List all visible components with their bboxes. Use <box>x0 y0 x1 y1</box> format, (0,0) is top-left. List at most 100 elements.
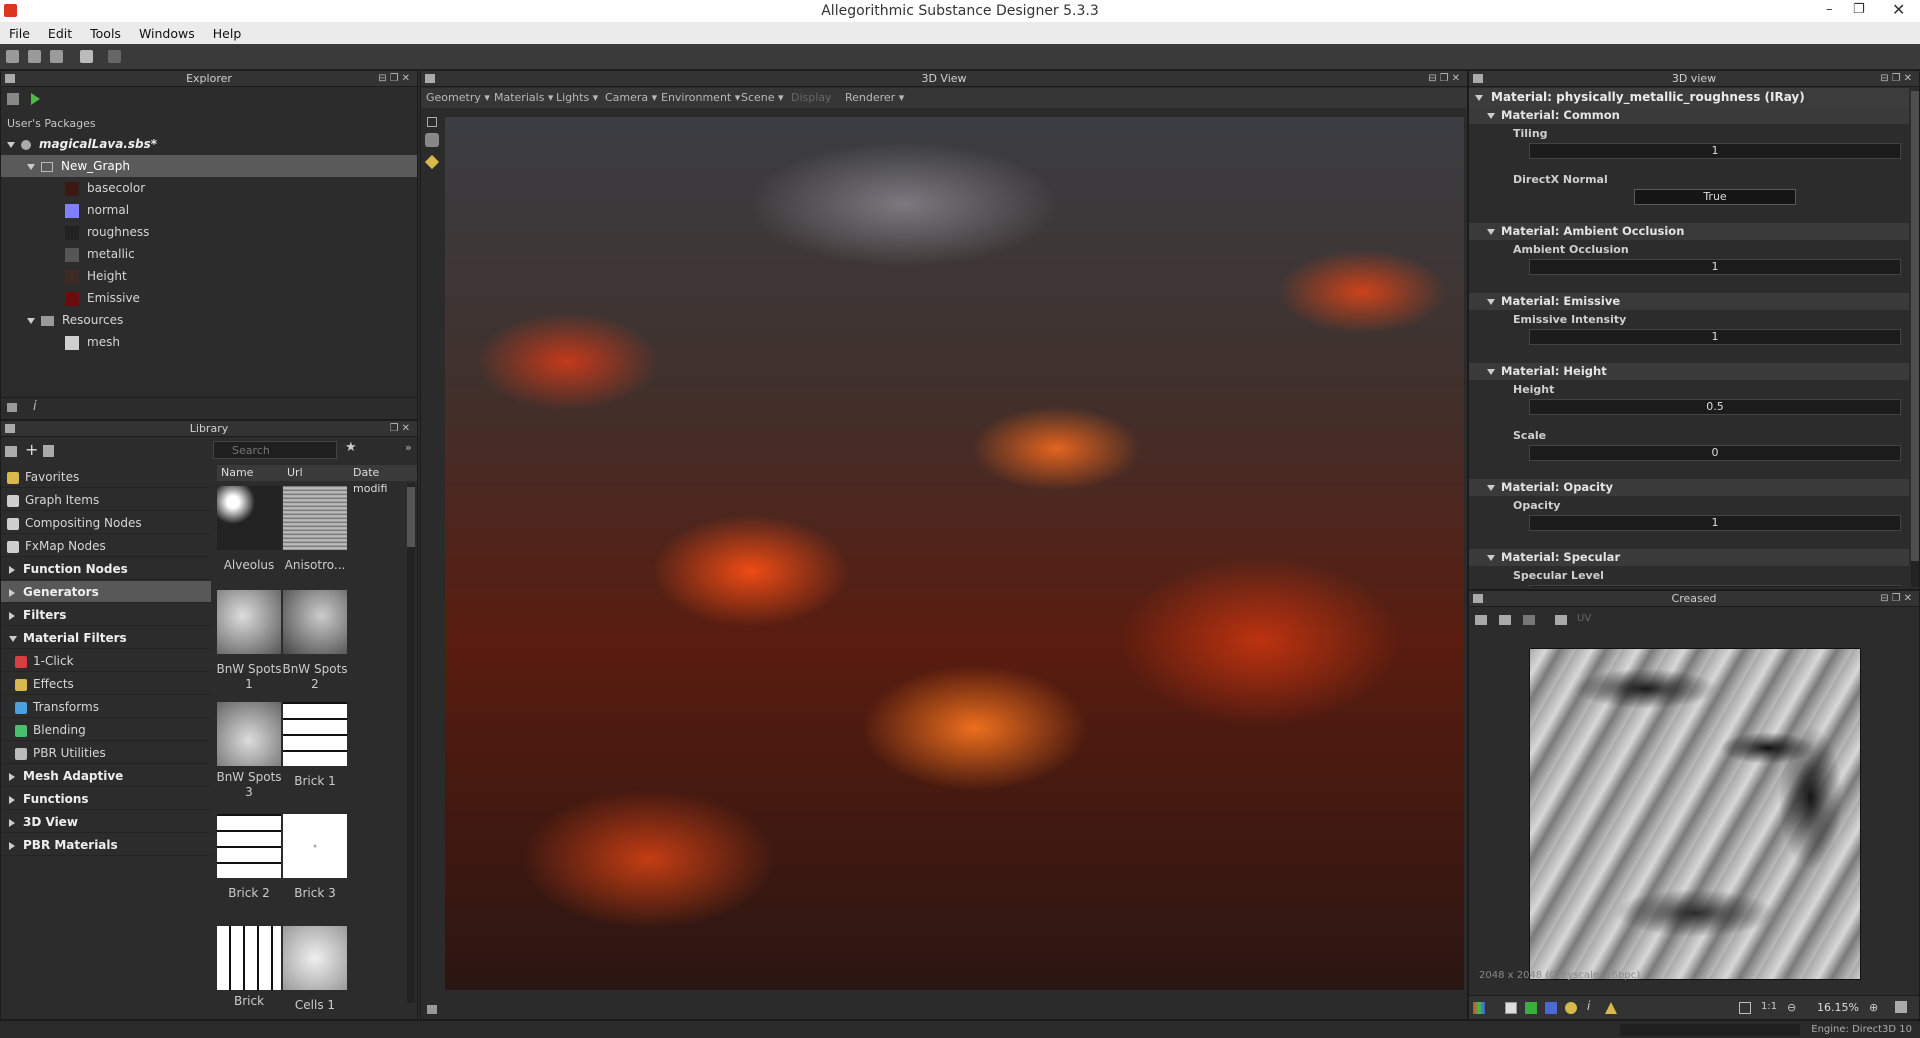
info-icon[interactable]: i <box>33 399 37 414</box>
column-name[interactable]: Name <box>221 465 253 481</box>
expand-arrow-icon[interactable] <box>9 565 15 574</box>
view3d-footer-icon[interactable] <box>427 1005 437 1014</box>
menu-help[interactable]: Help <box>204 26 251 41</box>
collapse-arrow-icon[interactable] <box>1487 485 1495 491</box>
view2d-menu-icon[interactable] <box>1895 1001 1907 1013</box>
library-category-item[interactable]: 3D View <box>1 811 211 833</box>
camera-menu[interactable]: Camera ▾ <box>605 88 657 108</box>
view2d-uv-icon[interactable] <box>1555 615 1567 625</box>
library-category-item[interactable]: Function Nodes <box>1 558 211 580</box>
parameter-slider[interactable]: 0.5 <box>1529 399 1901 415</box>
collapse-arrow-icon[interactable] <box>1487 369 1495 375</box>
undo-icon[interactable] <box>80 50 93 63</box>
output-row[interactable]: basecolor <box>1 177 417 199</box>
add-icon[interactable]: + <box>25 440 38 459</box>
collapse-arrow-icon[interactable] <box>1487 299 1495 305</box>
save-all-icon[interactable] <box>50 50 63 63</box>
parameter-slider[interactable]: 0 <box>1529 445 1901 461</box>
resource-row[interactable]: mesh <box>1 331 417 353</box>
panel-controls[interactable]: ⊟❐✕ <box>378 71 413 86</box>
scrollbar-thumb[interactable] <box>407 487 415 547</box>
library-thumbnail[interactable] <box>217 590 281 654</box>
library-category-item[interactable]: Functions <box>1 788 211 810</box>
lights-menu[interactable]: Lights ▾ <box>556 88 598 108</box>
material-section-header[interactable]: Material: Common <box>1469 107 1909 124</box>
graph-row[interactable]: New_Graph <box>1 155 417 177</box>
ratio-label[interactable]: 1:1 <box>1761 1001 1777 1012</box>
explorer-new-icon[interactable] <box>7 93 19 105</box>
restore-icon[interactable]: ❐ <box>1853 2 1865 17</box>
output-row[interactable]: normal <box>1 199 417 221</box>
histogram-icon[interactable] <box>1605 1002 1617 1014</box>
menu-edit[interactable]: Edit <box>39 26 81 41</box>
panel-controls[interactable]: ⊟❐✕ <box>1880 591 1915 606</box>
parameter-slider[interactable]: 1 <box>1529 259 1901 275</box>
library-thumbnail[interactable] <box>283 486 347 550</box>
expand-arrow-icon[interactable] <box>9 635 17 642</box>
library-category-item[interactable]: Favorites <box>1 466 211 488</box>
view2d-settings-icon[interactable] <box>1475 615 1487 625</box>
light-tool-icon[interactable] <box>424 154 440 170</box>
column-url[interactable]: Url <box>287 465 303 481</box>
materials-menu[interactable]: Materials ▾ <box>494 88 553 108</box>
library-thumbnail[interactable] <box>217 702 281 766</box>
library-category-item[interactable]: FxMap Nodes <box>1 535 211 557</box>
library-category-item[interactable]: Transforms <box>1 696 211 718</box>
expand-arrow-icon[interactable] <box>27 317 35 324</box>
expand-arrow-icon[interactable] <box>9 611 15 620</box>
library-category-item[interactable]: Generators <box>1 581 211 603</box>
parameter-slider[interactable]: 1 <box>1529 143 1901 159</box>
properties-scrollbar[interactable] <box>1911 91 1919 587</box>
view2d-save-icon[interactable] <box>1499 615 1511 625</box>
resources-row[interactable]: Resources <box>1 309 417 331</box>
material-section-header[interactable]: Material: Ambient Occlusion <box>1469 223 1909 240</box>
library-folder-icon[interactable] <box>5 446 17 457</box>
parameter-slider[interactable]: 1 <box>1529 329 1901 345</box>
library-category-item[interactable]: PBR Utilities <box>1 742 211 764</box>
library-category-item[interactable]: Effects <box>1 673 211 695</box>
creased-texture-preview[interactable] <box>1529 648 1861 980</box>
red-channel-icon[interactable] <box>1505 1002 1517 1014</box>
menu-tools[interactable]: Tools <box>81 26 130 41</box>
zoom-out-icon[interactable]: ⊖ <box>1787 1001 1796 1014</box>
library-category-item[interactable]: Compositing Nodes <box>1 512 211 534</box>
library-thumbnail[interactable] <box>283 814 347 878</box>
library-thumbnail[interactable] <box>217 814 281 878</box>
expand-arrow-icon[interactable] <box>9 841 15 850</box>
parameter-toggle[interactable]: True <box>1634 189 1796 205</box>
expand-arrow-icon[interactable] <box>9 772 15 781</box>
menu-file[interactable]: File <box>0 26 39 41</box>
expand-arrow-icon[interactable] <box>9 588 15 597</box>
panel-controls[interactable]: ⊟❐✕ <box>1428 71 1463 86</box>
output-row[interactable]: Emissive <box>1 287 417 309</box>
new-package-icon[interactable] <box>6 50 19 63</box>
material-section-header[interactable]: Material: Specular <box>1469 549 1909 566</box>
expand-arrow-icon[interactable] <box>27 163 35 170</box>
open-package-icon[interactable] <box>28 50 41 63</box>
library-category-item[interactable]: Blending <box>1 719 211 741</box>
panel-controls[interactable]: ❐✕ <box>390 421 413 436</box>
library-category-item[interactable]: Material Filters <box>1 627 211 649</box>
library-category-item[interactable]: 1-Click <box>1 650 211 672</box>
play-icon[interactable] <box>31 93 40 105</box>
explorer-footer-icon[interactable] <box>7 403 17 412</box>
view2d-tiling-icon[interactable] <box>1523 615 1535 625</box>
material-header[interactable]: Material: physically_metallic_roughness … <box>1469 88 1909 107</box>
material-section-header[interactable]: Material: Height <box>1469 363 1909 380</box>
output-row[interactable]: Height <box>1 265 417 287</box>
scrollbar-thumb[interactable] <box>1911 91 1919 561</box>
library-search[interactable] <box>213 441 337 459</box>
collapse-arrow-icon[interactable] <box>1475 95 1483 101</box>
zoom-level[interactable]: 16.15% <box>1817 1001 1859 1014</box>
close-icon[interactable]: ✕ <box>1892 0 1905 19</box>
parameter-slider[interactable] <box>1529 585 1901 587</box>
minimize-icon[interactable]: – <box>1826 2 1833 17</box>
search-input[interactable] <box>232 444 332 457</box>
renderer-menu[interactable]: Renderer ▾ <box>845 88 904 108</box>
library-thumbnail[interactable] <box>283 702 347 766</box>
display-menu[interactable]: Display <box>791 88 832 108</box>
collapse-arrow-icon[interactable] <box>1487 229 1495 235</box>
scene-menu[interactable]: Scene ▾ <box>741 88 784 108</box>
camera-tool-icon[interactable] <box>425 133 439 147</box>
edit-icon[interactable] <box>43 445 54 457</box>
